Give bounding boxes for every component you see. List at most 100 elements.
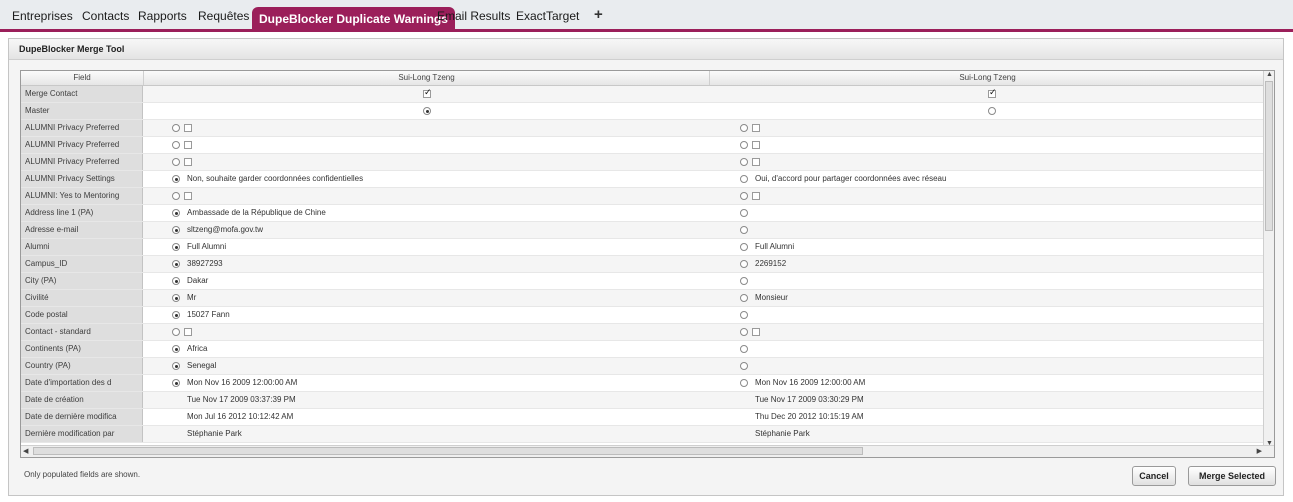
field-radio-record-1[interactable] bbox=[172, 175, 180, 183]
field-radio-record-2[interactable] bbox=[740, 345, 748, 353]
table-row: ALUMNI: Yes to Mentoring bbox=[21, 188, 1265, 205]
vertical-scroll-thumb[interactable] bbox=[1265, 81, 1273, 231]
field-value-record-1: Mr bbox=[187, 293, 197, 302]
tab-exacttarget[interactable]: ExactTarget bbox=[516, 9, 579, 23]
horizontal-scroll-thumb[interactable] bbox=[33, 447, 863, 455]
field-radio-record-2[interactable] bbox=[740, 226, 748, 234]
populated-fields-note: Only populated fields are shown. bbox=[24, 470, 141, 479]
table-row: Country (PA) Senegal bbox=[21, 358, 1265, 375]
field-checkbox-record-1[interactable] bbox=[184, 192, 192, 200]
scroll-left-icon[interactable]: ◀ bbox=[23, 447, 28, 455]
table-row: ALUMNI Privacy Preferred bbox=[21, 137, 1265, 154]
field-checkbox-record-2[interactable] bbox=[752, 141, 760, 149]
field-value-record-1: 38927293 bbox=[187, 259, 223, 268]
field-value-record-1: Mon Jul 16 2012 10:12:42 AM bbox=[187, 412, 294, 421]
field-radio-record-1[interactable] bbox=[172, 124, 180, 132]
field-label: Master bbox=[21, 103, 143, 119]
table-row: Civilité Mr Monsieur bbox=[21, 290, 1265, 307]
field-label: Alumni bbox=[21, 239, 143, 255]
field-value-record-2: Oui, d'accord pour partager coordonnées … bbox=[755, 174, 947, 183]
field-checkbox-record-2[interactable] bbox=[752, 192, 760, 200]
field-checkbox-record-2[interactable] bbox=[752, 124, 760, 132]
field-radio-record-1[interactable] bbox=[172, 260, 180, 268]
field-radio-record-2[interactable] bbox=[740, 141, 748, 149]
field-radio-record-2[interactable] bbox=[740, 294, 748, 302]
tab-contacts[interactable]: Contacts bbox=[82, 9, 129, 23]
field-value-record-2: Stéphanie Park bbox=[755, 429, 810, 438]
field-checkbox-record-1[interactable] bbox=[184, 328, 192, 336]
field-radio-record-1[interactable] bbox=[172, 362, 180, 370]
field-radio-record-1[interactable] bbox=[172, 243, 180, 251]
field-radio-record-1[interactable] bbox=[172, 141, 180, 149]
field-radio-record-1[interactable] bbox=[172, 158, 180, 166]
field-checkbox-record-1[interactable] bbox=[184, 158, 192, 166]
field-value-record-1: Dakar bbox=[187, 276, 209, 285]
field-value-record-2: Full Alumni bbox=[755, 242, 795, 251]
field-radio-record-2[interactable] bbox=[740, 192, 748, 200]
field-radio-record-1[interactable] bbox=[172, 192, 180, 200]
merge-contact-checkbox-record-1[interactable] bbox=[423, 87, 432, 98]
field-radio-record-2[interactable] bbox=[740, 260, 748, 268]
field-checkbox-record-1[interactable] bbox=[184, 141, 192, 149]
field-value-record-1: Stéphanie Park bbox=[187, 429, 242, 438]
tab-email-results[interactable]: Email Results bbox=[437, 9, 510, 23]
grid-header: Field Sui-Long Tzeng Sui-Long Tzeng bbox=[21, 71, 1265, 86]
field-radio-record-1[interactable] bbox=[172, 311, 180, 319]
field-radio-record-1[interactable] bbox=[172, 277, 180, 285]
panel-header: DupeBlocker Merge Tool bbox=[9, 39, 1283, 60]
horizontal-scrollbar[interactable]: ◀ ▶ bbox=[21, 445, 1274, 457]
field-label: Date d'importation des d bbox=[21, 375, 143, 391]
table-row: ALUMNI Privacy Settings Non, souhaite gar… bbox=[21, 171, 1265, 188]
table-row: City (PA) Dakar bbox=[21, 273, 1265, 290]
tab-dupeblocker-duplicate-warnings[interactable]: DupeBlocker Duplicate Warnings bbox=[252, 7, 455, 31]
field-radio-record-1[interactable] bbox=[172, 226, 180, 234]
field-radio-record-2[interactable] bbox=[740, 379, 748, 387]
add-tab-icon[interactable]: + bbox=[594, 6, 603, 23]
field-radio-record-2[interactable] bbox=[740, 124, 748, 132]
cancel-button[interactable]: Cancel bbox=[1132, 466, 1176, 486]
field-label: Contact - standard bbox=[21, 324, 143, 340]
column-header-record-2: Sui-Long Tzeng bbox=[959, 73, 1016, 82]
table-row: Date de création Tue Nov 17 2009 03:37:39… bbox=[21, 392, 1265, 409]
field-checkbox-record-2[interactable] bbox=[752, 328, 760, 336]
field-checkbox-record-2[interactable] bbox=[752, 158, 760, 166]
field-radio-record-2[interactable] bbox=[740, 175, 748, 183]
panel-title: DupeBlocker Merge Tool bbox=[19, 44, 125, 54]
field-checkbox-record-1[interactable] bbox=[184, 124, 192, 132]
merge-selected-button[interactable]: Merge Selected bbox=[1188, 466, 1276, 486]
table-row: Code postal 15027 Fann bbox=[21, 307, 1265, 324]
field-radio-record-1[interactable] bbox=[172, 294, 180, 302]
field-radio-record-2[interactable] bbox=[740, 328, 748, 336]
field-label: City (PA) bbox=[21, 273, 143, 289]
field-radio-record-1[interactable] bbox=[172, 328, 180, 336]
column-header-field: Field bbox=[21, 71, 144, 85]
field-value-record-1: Non, souhaite garder coordonnées confide… bbox=[187, 174, 364, 183]
field-radio-record-2[interactable] bbox=[740, 209, 748, 217]
field-radio-record-1[interactable] bbox=[172, 209, 180, 217]
master-radio-record-1[interactable] bbox=[423, 107, 431, 115]
field-value-record-2: Thu Dec 20 2012 10:15:19 AM bbox=[755, 412, 864, 421]
scroll-right-icon[interactable]: ▶ bbox=[1257, 447, 1262, 455]
field-radio-record-1[interactable] bbox=[172, 345, 180, 353]
field-radio-record-2[interactable] bbox=[740, 158, 748, 166]
field-radio-record-2[interactable] bbox=[740, 362, 748, 370]
field-radio-record-1[interactable] bbox=[172, 379, 180, 387]
merge-contact-checkbox-record-2[interactable] bbox=[988, 87, 997, 98]
field-label: Campus_ID bbox=[21, 256, 143, 272]
field-label: Merge Contact bbox=[21, 86, 143, 102]
field-label: Address line 1 (PA) bbox=[21, 205, 143, 221]
tab-entreprises[interactable]: Entreprises bbox=[12, 9, 73, 23]
field-radio-record-2[interactable] bbox=[740, 277, 748, 285]
field-value-record-1: Full Alumni bbox=[187, 242, 227, 251]
field-radio-record-2[interactable] bbox=[740, 311, 748, 319]
field-label: Dernière modification par bbox=[21, 426, 143, 442]
scroll-up-icon[interactable]: ▲ bbox=[1266, 71, 1273, 78]
table-row: Alumni Full Alumni Full Alumni bbox=[21, 239, 1265, 256]
field-radio-record-2[interactable] bbox=[740, 243, 748, 251]
tab-rapports[interactable]: Rapports bbox=[138, 9, 187, 23]
master-radio-record-2[interactable] bbox=[988, 107, 996, 115]
vertical-scrollbar[interactable]: ▲ ▼ bbox=[1263, 71, 1274, 447]
table-row: ALUMNI Privacy Preferred bbox=[21, 154, 1265, 171]
field-label: ALUMNI: Yes to Mentoring bbox=[21, 188, 143, 204]
tab-requetes[interactable]: Requêtes bbox=[198, 9, 249, 23]
